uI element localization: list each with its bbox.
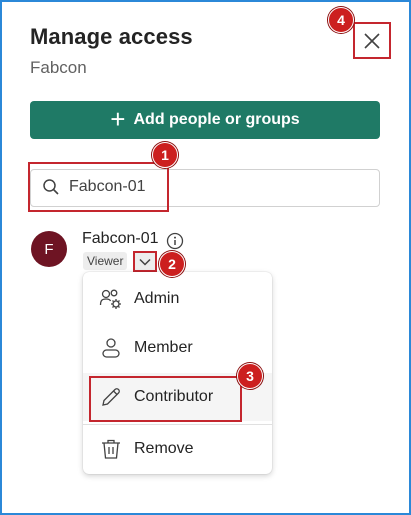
annotation-badge-3: 3 <box>237 363 263 389</box>
menu-item-label: Member <box>134 339 193 356</box>
member-icon <box>102 338 120 358</box>
admin-icon <box>99 289 121 309</box>
trash-icon <box>102 439 120 459</box>
panel-subtitle: Fabcon <box>30 58 87 77</box>
role-badge[interactable]: Viewer <box>83 252 128 270</box>
close-button[interactable] <box>353 22 391 59</box>
role-dropdown-button[interactable] <box>133 251 157 272</box>
close-icon <box>364 32 380 49</box>
manage-access-panel: Manage access Fabcon + Add people or gro… <box>0 0 411 515</box>
info-icon[interactable] <box>166 232 184 250</box>
menu-item-admin[interactable]: Admin <box>83 275 272 323</box>
user-name: Fabcon-01 <box>82 230 159 247</box>
menu-item-remove[interactable]: Remove <box>83 425 272 473</box>
add-people-button[interactable]: + Add people or groups <box>30 101 380 139</box>
contributor-highlight-box <box>89 376 242 422</box>
search-highlight-box <box>28 162 169 212</box>
chevron-down-icon <box>139 258 151 266</box>
add-people-label: Add people or groups <box>133 111 300 128</box>
annotation-badge-4: 4 <box>328 7 354 33</box>
plus-icon: + <box>110 103 126 134</box>
annotation-badge-2: 2 <box>159 251 185 277</box>
annotation-badge-1: 1 <box>152 142 178 168</box>
menu-item-label: Admin <box>134 290 180 307</box>
panel-title: Manage access <box>30 24 193 49</box>
avatar: F <box>31 231 67 267</box>
menu-item-label: Remove <box>134 440 194 457</box>
